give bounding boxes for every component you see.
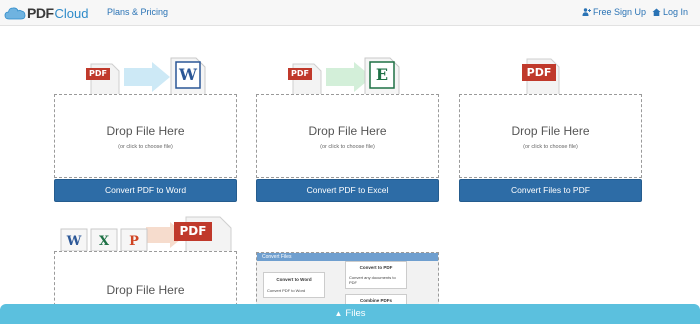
drop-zone-title: Drop File Here xyxy=(511,124,590,138)
nav-plans-pricing[interactable]: Plans & Pricing xyxy=(107,7,168,17)
svg-text:X: X xyxy=(99,234,110,249)
preview-box-convert-to-pdf: Convert to PDF Convert any documents to … xyxy=(345,261,407,289)
pdf-tag: PDF xyxy=(174,222,212,241)
powerpoint-document-icon: P xyxy=(120,228,148,252)
nav-free-sign-up[interactable]: Free Sign Up xyxy=(582,7,646,17)
svg-text:P: P xyxy=(129,234,139,249)
preview-box-title: Convert to PDF xyxy=(359,265,393,270)
chevron-up-icon: ▲ xyxy=(334,309,343,318)
pdf-tag: PDF xyxy=(522,64,556,81)
excel-document-icon: E xyxy=(364,57,400,95)
preview-box-text: Convert PDF to Word xyxy=(267,288,306,293)
svg-text:W: W xyxy=(66,234,82,249)
nav-log-in-label: Log In xyxy=(663,7,689,17)
svg-text:W: W xyxy=(178,65,198,84)
arrow-right-icon xyxy=(124,62,170,92)
drop-zone-pdf-to-word[interactable]: Drop File Here (or click to choose file) xyxy=(54,94,237,178)
drop-zone-title: Drop File Here xyxy=(106,124,185,138)
drop-zone-files-to-pdf[interactable]: Drop File Here (or click to choose file) xyxy=(459,94,642,178)
files-drawer-toggle[interactable]: ▲ Files xyxy=(0,304,700,324)
preview-box-text: Convert any documents to PDF xyxy=(349,275,396,285)
preview-box-convert-to-word: Convert to Word Convert PDF to Word xyxy=(263,272,325,298)
logo-text-pdf: PDF xyxy=(27,5,54,21)
top-navbar: PDF Cloud Plans & Pricing Free Sign Up L… xyxy=(0,0,700,26)
excel-document-icon: X xyxy=(90,228,118,252)
files-to-pdf-illustration: PDF xyxy=(520,58,580,96)
pdf-to-word-illustration: PDF W xyxy=(82,57,207,95)
convert-pdf-to-word-button[interactable]: Convert PDF to Word xyxy=(54,179,237,202)
drop-zone-title: Drop File Here xyxy=(106,283,185,297)
user-plus-icon xyxy=(582,8,591,16)
drop-zone-hint: (or click to choose file) xyxy=(523,144,578,150)
word-document-icon: W xyxy=(170,57,206,95)
pdf-tag: PDF xyxy=(86,68,110,80)
drop-zone-hint: (or click to choose file) xyxy=(320,144,375,150)
drop-zone-title: Drop File Here xyxy=(308,124,387,138)
feature-preview-image[interactable]: Convert Files Convert to Word Convert PD… xyxy=(256,252,439,307)
preview-box-title: Combine PDFs xyxy=(359,298,392,303)
home-icon xyxy=(652,8,661,16)
files-bar-label: Files xyxy=(345,308,366,319)
convert-pdf-to-excel-button[interactable]: Convert PDF to Excel xyxy=(256,179,439,202)
preview-box-title: Convert to Word xyxy=(276,277,312,282)
word-document-icon: W xyxy=(60,228,88,252)
convert-files-to-pdf-button[interactable]: Convert Files to PDF xyxy=(459,179,642,202)
nav-sign-up-label: Free Sign Up xyxy=(593,7,647,17)
nav-log-in[interactable]: Log In xyxy=(652,7,688,17)
logo-text-cloud: Cloud xyxy=(54,5,89,21)
office-to-pdf-illustration: W X P PDF xyxy=(60,216,235,252)
preview-header: Convert Files xyxy=(257,253,438,261)
svg-text:E: E xyxy=(376,65,388,84)
drop-zone-combine[interactable]: Drop File Here xyxy=(54,251,237,311)
drop-zone-hint: (or click to choose file) xyxy=(118,144,173,150)
pdf-tag: PDF xyxy=(288,68,312,80)
pdf-to-excel-illustration: PDF E xyxy=(284,57,409,95)
drop-zone-pdf-to-excel[interactable]: Drop File Here (or click to choose file) xyxy=(256,94,439,178)
logo[interactable]: PDF Cloud xyxy=(4,3,88,23)
cloud-logo-icon xyxy=(4,7,26,20)
